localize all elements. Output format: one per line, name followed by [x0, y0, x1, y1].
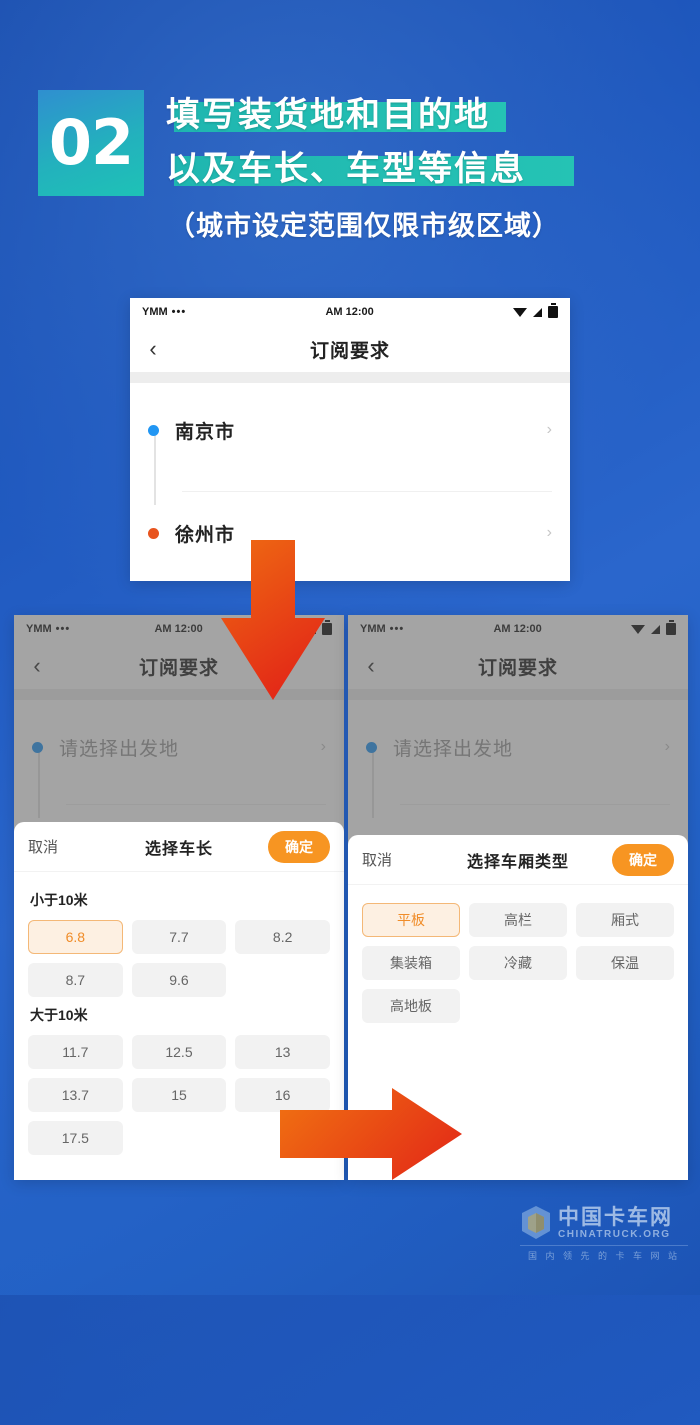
origin-label: 请选择出发地 [393, 738, 514, 760]
carrier-dots: ••• [389, 623, 405, 635]
header: 02 填写装货地和目的地 以及车长、车型等信息 （城市设定范围仅限市级区域） [0, 78, 700, 268]
option-chip[interactable]: 8.7 [28, 963, 123, 997]
option-chip[interactable]: 17.5 [28, 1121, 123, 1155]
destination-dot-icon [148, 527, 159, 539]
origin-label: 请选择出发地 [59, 738, 180, 760]
option-chip[interactable]: 8.2 [235, 920, 330, 954]
status-time: AM 12:00 [493, 623, 542, 635]
battery-icon [548, 303, 558, 318]
group-label: 大于10米 [30, 1007, 88, 1023]
status-icons [631, 620, 676, 635]
option-chip[interactable]: 保温 [575, 946, 674, 980]
option-chip[interactable]: 高栏 [468, 903, 567, 937]
origin-dot-icon [148, 424, 159, 436]
wifi-icon [513, 307, 527, 317]
origin-label: 南京市 [175, 421, 236, 443]
sheet-header: 取消 选择车厢类型 确定 [348, 835, 688, 885]
status-time: AM 12:00 [325, 306, 374, 318]
watermark-name-cn: 中国卡车网 [558, 1205, 673, 1229]
nav-divider [130, 372, 570, 383]
watermark-row: 中国卡车网 CHINATRUCK.ORG [520, 1205, 688, 1241]
option-chip[interactable]: 集装箱 [362, 946, 460, 980]
option-chip[interactable]: 13.7 [28, 1078, 123, 1112]
watermark-text: 中国卡车网 CHINATRUCK.ORG [558, 1207, 673, 1240]
status-carrier: YMM ••• [142, 306, 186, 318]
confirm-button[interactable]: 确定 [612, 843, 674, 876]
header-title-line1-text: 填写装货地和目的地 [166, 96, 490, 134]
option-chip[interactable]: 冷藏 [468, 946, 567, 980]
option-chip[interactable]: 6.8 [28, 920, 123, 954]
header-title-line-1: 填写装货地和目的地 [166, 92, 526, 138]
battery-icon [666, 620, 676, 635]
option-chip[interactable]: 13 [235, 1035, 330, 1069]
option-chip-list: 平板 高栏 厢式集装箱 冷藏 保温高地板 [362, 903, 674, 1023]
arrow-down-icon [221, 540, 325, 700]
watermark-tagline: 国 内 领 先 的 卡 车 网 站 [520, 1245, 688, 1262]
phone-mockup-top: YMM ••• AM 12:00 ‹ 订阅要求 南京市 › 徐州市 › [130, 298, 570, 581]
signal-icon [533, 307, 542, 317]
watermark-name-en: CHINATRUCK.ORG [558, 1228, 671, 1240]
option-chip[interactable]: 7.7 [131, 920, 227, 954]
sheet-header: 取消 选择车长 确定 [14, 822, 344, 872]
step-number-label: 02 [48, 106, 134, 179]
chevron-right-icon: › [546, 421, 552, 438]
chevron-right-icon: › [320, 738, 326, 755]
route-section: 南京市 › 徐州市 › [130, 383, 570, 564]
option-chip[interactable]: 厢式 [575, 903, 674, 937]
header-subtitle: （城市设定范围仅限市级区域） [168, 211, 560, 241]
header-title-block: 填写装货地和目的地 以及车长、车型等信息 [166, 92, 574, 200]
option-group: 小于10米 6.8 7.7 8.2 8.7 9.6 [28, 890, 330, 997]
option-chip[interactable]: 平板 [362, 903, 460, 937]
status-carrier: YMM ••• [26, 623, 70, 635]
header-title-line2-text: 以及车长、车型等信息 [166, 150, 526, 188]
status-icons [513, 303, 558, 318]
option-chip[interactable]: 9.6 [131, 963, 227, 997]
route-row-origin[interactable]: 南京市 › [130, 409, 570, 451]
route-row-origin[interactable]: 请选择出发地 › [348, 726, 688, 768]
chevron-right-icon: › [664, 738, 670, 755]
sheet-body: 平板 高栏 厢式集装箱 冷藏 保温高地板 [348, 885, 688, 1039]
option-chip[interactable]: 12.5 [131, 1035, 227, 1069]
arrow-right-icon [280, 1088, 462, 1180]
option-chip-list: 6.8 7.7 8.2 8.7 9.6 [28, 920, 330, 997]
nav-bar: ‹ 订阅要求 [348, 643, 688, 689]
carrier-dots: ••• [55, 623, 71, 635]
nav-bar: ‹ 订阅要求 [130, 326, 570, 372]
status-carrier: YMM ••• [360, 623, 404, 635]
origin-dot-icon [32, 741, 43, 753]
option-chip[interactable]: 高地板 [362, 989, 460, 1023]
page-title: 订阅要求 [477, 657, 558, 679]
chevron-right-icon: › [546, 524, 552, 541]
carrier-label: YMM [360, 623, 386, 635]
header-title-line-2: 以及车长、车型等信息 [166, 146, 574, 192]
watermark-logo: 中国卡车网 CHINATRUCK.ORG 国 内 领 先 的 卡 车 网 站 [520, 1205, 688, 1265]
cube-logo-icon [522, 1206, 550, 1239]
page-title: 订阅要求 [309, 340, 390, 362]
carrier-label: YMM [142, 306, 168, 318]
group-label: 小于10米 [30, 892, 88, 908]
carrier-label: YMM [26, 623, 52, 635]
signal-icon [651, 624, 660, 634]
carrier-dots: ••• [171, 306, 187, 318]
wifi-icon [631, 624, 645, 634]
option-chip[interactable]: 11.7 [28, 1035, 123, 1069]
option-chip[interactable]: 15 [131, 1078, 227, 1112]
route-row-origin[interactable]: 请选择出发地 › [14, 726, 344, 768]
nav-divider [348, 689, 688, 700]
route-row-destination[interactable]: 徐州市 › [130, 512, 570, 554]
confirm-button[interactable]: 确定 [268, 830, 330, 863]
status-bar: YMM ••• AM 12:00 [348, 615, 688, 643]
origin-dot-icon [366, 741, 377, 753]
step-number-badge: 02 [38, 90, 144, 196]
status-bar: YMM ••• AM 12:00 [130, 298, 570, 326]
